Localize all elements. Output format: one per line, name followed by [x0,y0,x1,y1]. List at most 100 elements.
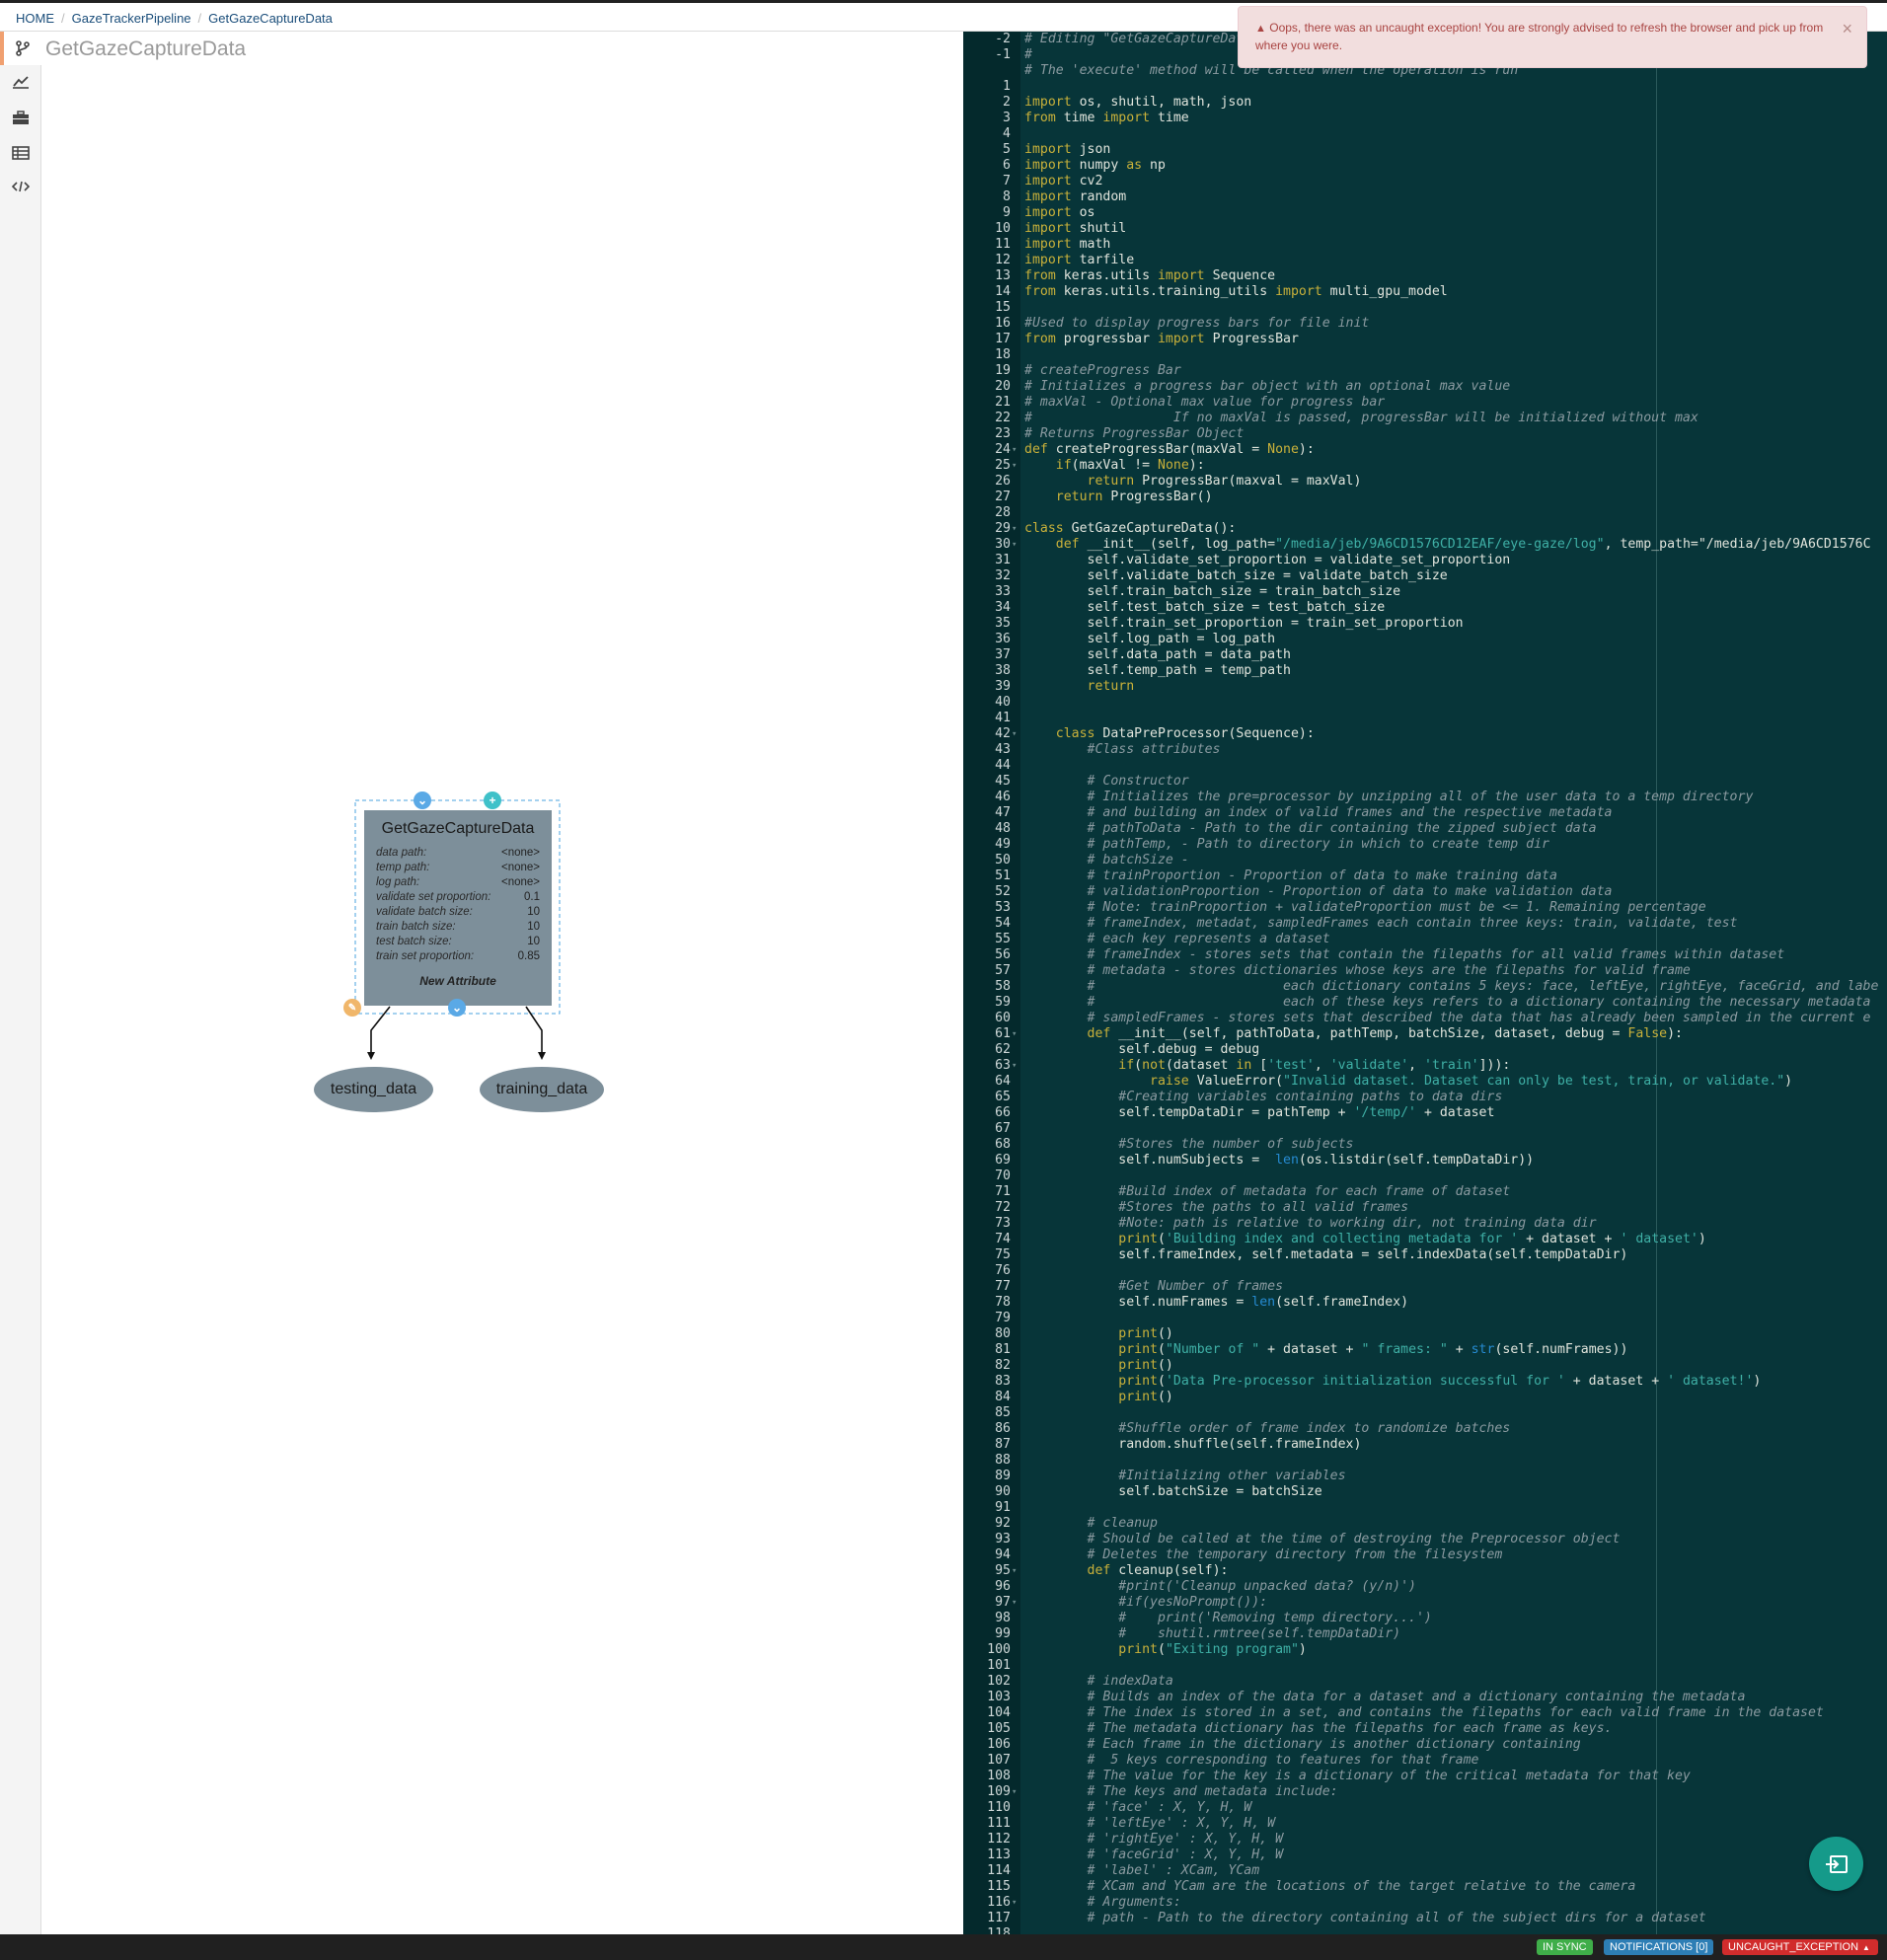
code-line[interactable]: 31 self.validate_set_proportion = valida… [963,553,1887,568]
code-line[interactable]: 73 #Note: path is relative to working di… [963,1216,1887,1232]
code-line[interactable]: 78 self.numFrames = len(self.frameIndex) [963,1295,1887,1311]
code-line[interactable]: 57 # metadata - stores dictionaries whos… [963,963,1887,979]
breadcrumb-project[interactable]: GazeTrackerPipeline [72,11,191,26]
code-line[interactable]: 99 # shutil.rmtree(self.tempDataDir) [963,1626,1887,1642]
code-line[interactable]: 92 # cleanup [963,1516,1887,1532]
code-line[interactable]: 42 ▾ class DataPreProcessor(Sequence): [963,726,1887,742]
exit-panel-button[interactable] [1809,1837,1863,1891]
code-line[interactable]: 94 # Deletes the temporary directory fro… [963,1547,1887,1563]
code-line[interactable]: 116 ▾ # Arguments: [963,1895,1887,1911]
code-line[interactable]: 90 self.batchSize = batchSize [963,1484,1887,1500]
code-line[interactable]: 34 self.test_batch_size = test_batch_siz… [963,600,1887,616]
code-line[interactable]: 46 # Initializes the pre=processor by un… [963,790,1887,805]
code-line[interactable]: 1 [963,79,1887,95]
code-view-button[interactable] [0,170,41,203]
exception-badge[interactable]: UNCAUGHT_EXCEPTION [1722,1939,1879,1955]
code-line[interactable]: 32 self.validate_batch_size = validate_b… [963,568,1887,584]
code-line[interactable]: 61 ▾ def __init__(self, pathToData, pathT… [963,1026,1887,1042]
code-line[interactable]: 8 import random [963,189,1887,205]
fold-toggle-icon[interactable]: ▾ [1012,1058,1017,1074]
code-line[interactable]: 103 # Builds an index of the data for a … [963,1690,1887,1705]
code-line[interactable]: 93 # Should be called at the time of des… [963,1532,1887,1547]
attribute-value[interactable]: 10 [527,920,540,935]
code-line[interactable]: 21 # maxVal - Optional max value for prog… [963,395,1887,411]
code-line[interactable]: 105 # The metadata dictionary has the fi… [963,1721,1887,1737]
code-line[interactable]: 54 # frameIndex, metadat, sampledFrames … [963,916,1887,932]
close-button[interactable]: × [1842,20,1852,38]
code-line[interactable]: 4 [963,126,1887,142]
expand-down-button[interactable]: ⌄ [448,999,466,1017]
code-line[interactable]: 50 # batchSize - [963,853,1887,868]
code-line[interactable]: 101 [963,1658,1887,1674]
code-line[interactable]: 10 import shutil [963,221,1887,237]
code-line[interactable]: 16 #Used to display progress bars for fil… [963,316,1887,332]
attribute-row[interactable]: temp path: <none> [364,861,552,875]
attribute-value[interactable]: 10 [527,935,540,949]
attribute-row[interactable]: log path: <none> [364,875,552,890]
fold-toggle-icon[interactable]: ▾ [1012,442,1017,458]
code-line[interactable]: 95 ▾ def cleanup(self): [963,1563,1887,1579]
code-line[interactable]: 75 self.frameIndex, self.metadata = self… [963,1247,1887,1263]
attribute-value[interactable]: <none> [501,846,540,861]
expand-up-button[interactable]: ⌄ [414,792,431,809]
code-line[interactable]: 23 # Returns ProgressBar Object [963,426,1887,442]
code-line[interactable]: 107 # 5 keys corresponding to features f… [963,1753,1887,1769]
code-line[interactable]: 81 print("Number of " + dataset + " fram… [963,1342,1887,1358]
new-attribute-button[interactable]: New Attribute [364,974,552,988]
toolbox-view-button[interactable] [0,101,41,134]
fold-toggle-icon[interactable]: ▾ [1012,1026,1017,1042]
code-line[interactable]: 44 [963,758,1887,774]
fold-toggle-icon[interactable]: ▾ [1012,726,1017,742]
code-line[interactable]: 13 from keras.utils import Sequence [963,268,1887,284]
output-node-testing-data[interactable]: testing_data [314,1067,433,1112]
code-line[interactable]: 72 #Stores the paths to all valid frames [963,1200,1887,1216]
code-line[interactable]: 17 from progressbar import ProgressBar [963,332,1887,347]
code-line[interactable]: 37 self.data_path = data_path [963,647,1887,663]
code-line[interactable]: 98 # print('Removing temp directory...') [963,1611,1887,1626]
code-line[interactable]: 77 #Get Number of frames [963,1279,1887,1295]
code-line[interactable]: 69 self.numSubjects = len(os.listdir(sel… [963,1153,1887,1168]
code-line[interactable]: 117 # path - Path to the directory conta… [963,1911,1887,1926]
attribute-value[interactable]: 0.85 [518,949,540,964]
code-line[interactable]: 67 [963,1121,1887,1137]
code-line[interactable]: 56 # frameIndex - stores sets that conta… [963,947,1887,963]
code-line[interactable]: 55 # each key represents a dataset [963,932,1887,947]
code-line[interactable]: 68 #Stores the number of subjects [963,1137,1887,1153]
code-line[interactable]: 118 [963,1926,1887,1934]
code-line[interactable]: 7 import cv2 [963,174,1887,189]
code-line[interactable]: 63 ▾ if(not(dataset in ['test', 'validate… [963,1058,1887,1074]
code-line[interactable]: 2 import os, shutil, math, json [963,95,1887,111]
attribute-row[interactable]: data path: <none> [364,846,552,861]
code-line[interactable]: 59 # each of these keys refers to a dict… [963,995,1887,1011]
code-line[interactable]: 64 raise ValueError("Invalid dataset. Da… [963,1074,1887,1090]
fold-toggle-icon[interactable]: ▾ [1012,521,1017,537]
table-view-button[interactable] [0,136,41,170]
code-line[interactable]: 6 import numpy as np [963,158,1887,174]
code-line[interactable]: 26 return ProgressBar(maxval = maxVal) [963,474,1887,490]
code-line[interactable]: 48 # pathToData - Path to the dir contai… [963,821,1887,837]
code-line[interactable]: 112 # 'rightEye' : X, Y, H, W [963,1832,1887,1847]
code-line[interactable]: 58 # each dictionary contains 5 keys: fa… [963,979,1887,995]
code-line[interactable]: 108 # The value for the key is a diction… [963,1769,1887,1784]
code-line[interactable]: 39 return [963,679,1887,695]
code-line[interactable]: 114 # 'label' : XCam, YCam [963,1863,1887,1879]
code-line[interactable]: 91 [963,1500,1887,1516]
code-line[interactable]: 82 print() [963,1358,1887,1374]
breadcrumb-current[interactable]: GetGazeCaptureData [208,11,333,26]
code-line[interactable]: 35 self.train_set_proportion = train_set… [963,616,1887,632]
code-line[interactable]: 86 #Shuffle order of frame index to rand… [963,1421,1887,1437]
fold-toggle-icon[interactable]: ▾ [1012,458,1017,474]
code-line[interactable]: 38 self.temp_path = temp_path [963,663,1887,679]
fold-toggle-icon[interactable]: ▾ [1012,537,1017,553]
attribute-value[interactable]: <none> [501,861,540,875]
code-line[interactable]: 25 ▾ if(maxVal != None): [963,458,1887,474]
code-line[interactable]: 15 [963,300,1887,316]
code-line[interactable]: 65 #Creating variables containing paths … [963,1090,1887,1105]
fold-toggle-icon[interactable]: ▾ [1012,1784,1017,1800]
code-line[interactable]: 24 ▾ def createProgressBar(maxVal = None): [963,442,1887,458]
code-line[interactable]: 40 [963,695,1887,711]
breadcrumb-home[interactable]: HOME [16,11,54,26]
output-node-training-data[interactable]: training_data [480,1067,604,1112]
attribute-row[interactable]: validate set proportion: 0.1 [364,890,552,905]
code-line[interactable]: 100 print("Exiting program") [963,1642,1887,1658]
